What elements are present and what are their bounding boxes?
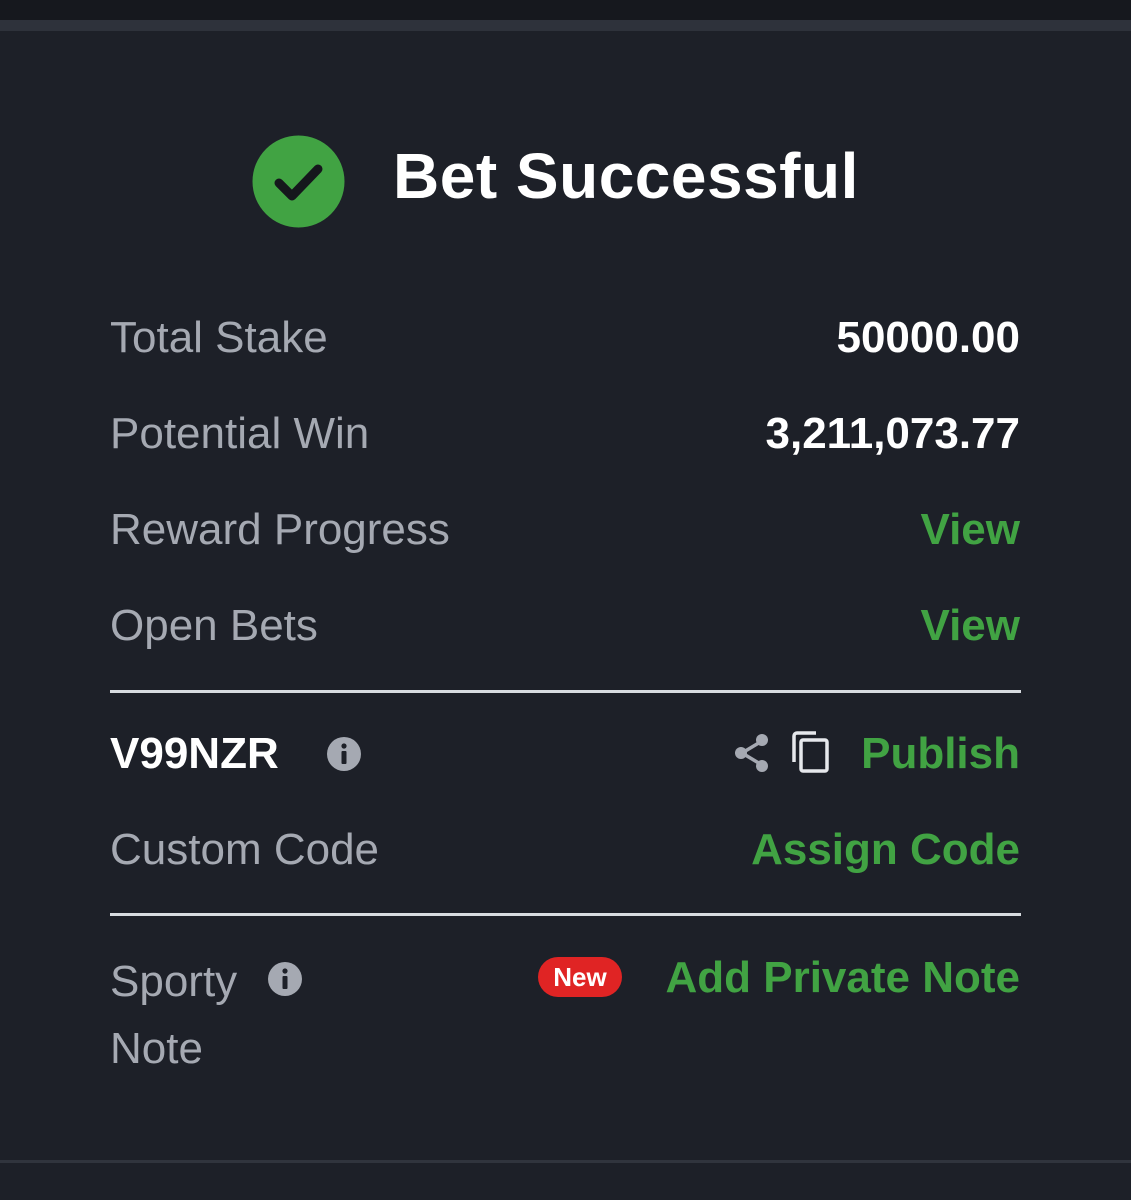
section-divider: [110, 690, 1021, 693]
booking-code-row: V99NZR Publish: [110, 724, 1020, 784]
total-stake-label: Total Stake: [110, 313, 328, 362]
publish-button[interactable]: Publish: [861, 724, 1020, 784]
bottom-divider: [0, 1160, 1131, 1163]
reward-progress-label: Reward Progress: [110, 505, 450, 554]
top-divider: [0, 20, 1131, 31]
share-icon[interactable]: [732, 732, 772, 774]
open-bets-view-link[interactable]: View: [921, 596, 1020, 656]
copy-icon[interactable]: [790, 730, 832, 774]
reward-progress-view-link[interactable]: View: [921, 500, 1020, 560]
new-badge: New: [538, 957, 622, 997]
page-title: Bet Successful: [393, 140, 859, 212]
booking-code: V99NZR: [110, 729, 279, 778]
info-icon[interactable]: [326, 736, 362, 772]
open-bets-row: Open Bets View: [110, 596, 1020, 656]
total-stake-row: Total Stake 50000.00: [110, 308, 1020, 368]
potential-win-row: Potential Win 3,211,073.77: [110, 404, 1020, 464]
sporty-note-label-line2: Note: [110, 1024, 203, 1073]
reward-progress-row: Reward Progress View: [110, 500, 1020, 560]
potential-win-label: Potential Win: [110, 409, 370, 458]
potential-win-value: 3,211,073.77: [765, 409, 1020, 458]
open-bets-label: Open Bets: [110, 601, 318, 650]
add-private-note-button[interactable]: Add Private Note: [665, 948, 1020, 1008]
total-stake-value: 50000.00: [836, 313, 1020, 362]
assign-code-button[interactable]: Assign Code: [751, 820, 1020, 880]
top-band: [0, 0, 1131, 20]
check-circle-icon: [252, 135, 345, 228]
info-icon[interactable]: [267, 961, 303, 997]
section-divider-2: [110, 913, 1021, 916]
custom-code-row: Custom Code Assign Code: [110, 820, 1020, 880]
custom-code-label: Custom Code: [110, 825, 380, 874]
